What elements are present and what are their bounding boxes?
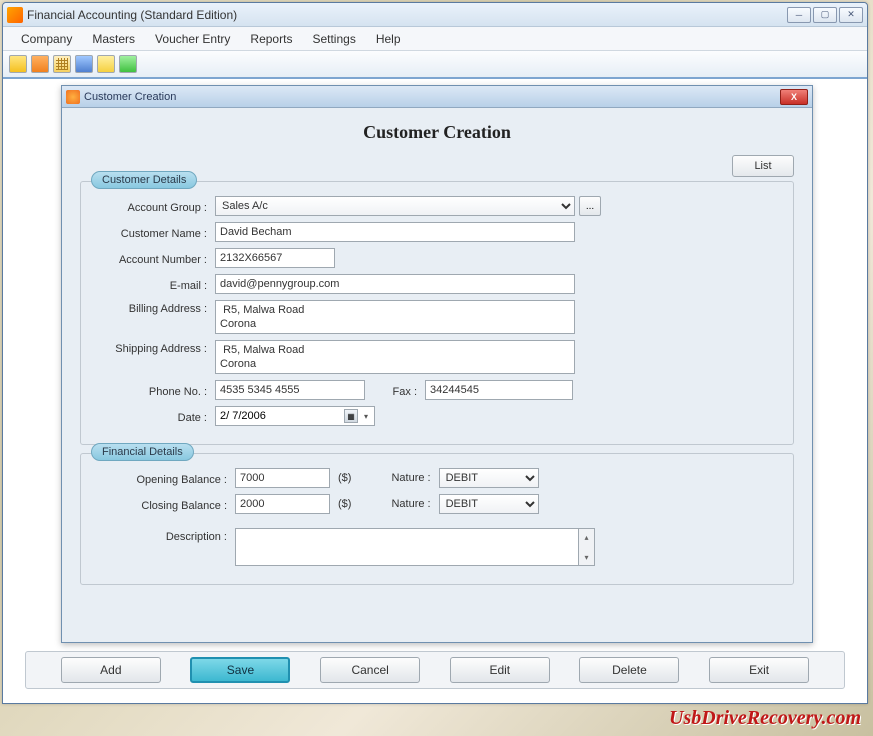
menu-masters[interactable]: Masters xyxy=(82,29,145,49)
customer-details-legend: Customer Details xyxy=(91,171,197,189)
fax-input[interactable] xyxy=(425,380,573,400)
shipping-address-label: Shipping Address : xyxy=(95,340,215,355)
date-picker[interactable]: 2/ 7/2006 ▦ ▾ xyxy=(215,406,375,426)
closing-balance-label: Closing Balance : xyxy=(95,497,235,512)
toolbar-grid-icon[interactable] xyxy=(53,55,71,73)
scroll-down-icon[interactable]: ▾ xyxy=(579,549,594,565)
closing-balance-input[interactable] xyxy=(235,494,330,514)
main-titlebar: Financial Accounting (Standard Edition) … xyxy=(3,3,867,27)
menu-company[interactable]: Company xyxy=(11,29,82,49)
toolbar xyxy=(3,51,867,79)
billing-address-input[interactable] xyxy=(215,300,575,334)
opening-nature-select[interactable]: DEBIT xyxy=(439,468,539,488)
phone-input[interactable] xyxy=(215,380,365,400)
edit-button[interactable]: Edit xyxy=(450,657,550,683)
customer-details-fieldset: Customer Details Account Group : Sales A… xyxy=(80,181,794,445)
date-value: 2/ 7/2006 xyxy=(218,410,344,422)
email-input[interactable] xyxy=(215,274,575,294)
dialog-window: Customer Creation X Customer Creation Li… xyxy=(61,85,813,643)
action-bar: Add Save Cancel Edit Delete Exit xyxy=(25,651,845,689)
main-window: Financial Accounting (Standard Edition) … xyxy=(2,2,868,704)
menu-voucher-entry[interactable]: Voucher Entry xyxy=(145,29,240,49)
dialog-title: Customer Creation xyxy=(84,91,780,103)
exit-button[interactable]: Exit xyxy=(709,657,809,683)
account-group-label: Account Group : xyxy=(95,199,215,214)
window-controls: ─ ▢ ✕ xyxy=(787,7,863,23)
description-scrollbar: ▴ ▾ xyxy=(579,528,595,566)
close-button[interactable]: ✕ xyxy=(839,7,863,23)
menubar: Company Masters Voucher Entry Reports Se… xyxy=(3,27,867,51)
opening-currency-label: ($) xyxy=(338,472,351,484)
toolbar-edit-icon[interactable] xyxy=(31,55,49,73)
maximize-button[interactable]: ▢ xyxy=(813,7,837,23)
toolbar-new-icon[interactable] xyxy=(9,55,27,73)
opening-nature-label: Nature : xyxy=(391,472,430,484)
list-button[interactable]: List xyxy=(732,155,794,177)
cancel-button[interactable]: Cancel xyxy=(320,657,420,683)
financial-details-legend: Financial Details xyxy=(91,443,194,461)
dialog-titlebar: Customer Creation X xyxy=(62,86,812,108)
add-button[interactable]: Add xyxy=(61,657,161,683)
minimize-button[interactable]: ─ xyxy=(787,7,811,23)
phone-label: Phone No. : xyxy=(95,383,215,398)
dialog-icon xyxy=(66,90,80,104)
description-input[interactable] xyxy=(235,528,579,566)
fax-label: Fax : xyxy=(365,383,425,398)
closing-nature-label: Nature : xyxy=(391,498,430,510)
account-number-input[interactable] xyxy=(215,248,335,268)
email-label: E-mail : xyxy=(95,277,215,292)
shipping-address-input[interactable] xyxy=(215,340,575,374)
toolbar-wizard-icon[interactable] xyxy=(75,55,93,73)
account-group-browse-button[interactable]: ... xyxy=(579,196,601,216)
date-dropdown-icon[interactable]: ▾ xyxy=(360,409,372,423)
toolbar-tag-icon[interactable] xyxy=(97,55,115,73)
app-icon xyxy=(7,7,23,23)
menu-settings[interactable]: Settings xyxy=(302,29,365,49)
description-label: Description : xyxy=(95,528,235,543)
calendar-icon[interactable]: ▦ xyxy=(344,409,358,423)
opening-balance-label: Opening Balance : xyxy=(95,471,235,486)
account-number-label: Account Number : xyxy=(95,251,215,266)
dialog-body: Customer Creation List Customer Details … xyxy=(62,108,812,605)
date-label: Date : xyxy=(95,409,215,424)
page-heading: Customer Creation xyxy=(80,122,794,143)
toolbar-report-icon[interactable] xyxy=(119,55,137,73)
financial-details-fieldset: Financial Details Opening Balance : ($) … xyxy=(80,453,794,585)
menu-reports[interactable]: Reports xyxy=(240,29,302,49)
menu-help[interactable]: Help xyxy=(366,29,411,49)
account-group-select[interactable]: Sales A/c xyxy=(215,196,575,216)
save-button[interactable]: Save xyxy=(190,657,290,683)
closing-nature-select[interactable]: DEBIT xyxy=(439,494,539,514)
scroll-up-icon[interactable]: ▴ xyxy=(579,529,594,545)
delete-button[interactable]: Delete xyxy=(579,657,679,683)
customer-name-label: Customer Name : xyxy=(95,225,215,240)
closing-currency-label: ($) xyxy=(338,498,351,510)
opening-balance-input[interactable] xyxy=(235,468,330,488)
watermark: UsbDriveRecovery.com xyxy=(669,707,861,730)
billing-address-label: Billing Address : xyxy=(95,300,215,315)
app-title: Financial Accounting (Standard Edition) xyxy=(27,8,787,22)
customer-name-input[interactable] xyxy=(215,222,575,242)
dialog-close-button[interactable]: X xyxy=(780,89,808,105)
